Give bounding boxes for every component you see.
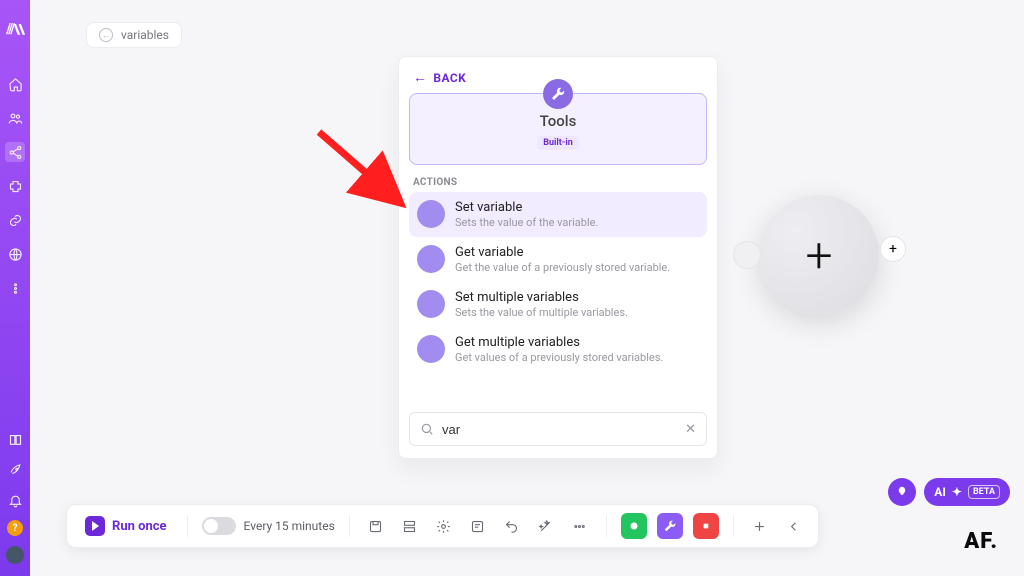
actions-section-label: ACTIONS <box>413 177 707 188</box>
puzzle-icon[interactable] <box>5 176 25 196</box>
action-desc: Sets the value of the variable. <box>455 216 598 229</box>
people-icon[interactable] <box>5 108 25 128</box>
status-green-button[interactable] <box>621 513 647 539</box>
plus-icon: + <box>805 227 832 284</box>
save-icon[interactable] <box>364 514 388 538</box>
download-icon <box>417 200 445 228</box>
action-desc: Sets the value of multiple variables. <box>455 306 628 319</box>
add-module-node[interactable]: + <box>759 195 879 315</box>
action-title: Get multiple variables <box>455 335 663 350</box>
separator <box>187 515 188 537</box>
back-button[interactable]: ← BACK <box>413 71 466 85</box>
settings-icon[interactable] <box>432 514 456 538</box>
action-title: Set variable <box>455 200 598 215</box>
separator <box>733 515 734 537</box>
beta-tag: BETA <box>968 485 1000 499</box>
wand-icon[interactable] <box>534 514 558 538</box>
upload-icon <box>417 335 445 363</box>
clear-search-icon[interactable]: ✕ <box>685 422 696 437</box>
actions-panel: ← BACK Tools Built-in ACTIONS Set variab… <box>398 56 718 459</box>
schedule-control: Every 15 minutes <box>202 517 335 535</box>
breadcrumb[interactable]: variables <box>86 22 182 48</box>
run-once-button[interactable]: Run once <box>79 512 173 540</box>
book-icon[interactable] <box>5 430 25 450</box>
globe-icon[interactable] <box>5 244 25 264</box>
action-set-multiple-variables[interactable]: Set multiple variablesSets the value of … <box>409 282 707 327</box>
breadcrumb-label: variables <box>121 28 169 42</box>
tools-badge-icon <box>543 79 573 109</box>
bell-icon[interactable] <box>5 490 25 510</box>
action-desc: Get the value of a previously stored var… <box>455 261 670 274</box>
annotation-arrow <box>314 127 409 217</box>
upload-icon <box>417 290 445 318</box>
action-desc: Get values of a previously stored variab… <box>455 351 663 364</box>
arrow-left-icon: ← <box>413 71 427 85</box>
action-title: Set multiple variables <box>455 290 628 305</box>
built-in-tag: Built-in <box>537 136 579 150</box>
home-icon[interactable] <box>5 74 25 94</box>
avatar[interactable] <box>6 546 24 564</box>
schedule-toggle[interactable] <box>202 517 236 535</box>
search-input[interactable] <box>442 422 677 437</box>
play-icon <box>85 516 105 536</box>
rocket-icon[interactable] <box>5 460 25 480</box>
stop-button[interactable] <box>693 513 719 539</box>
rail-nav-group <box>5 74 25 298</box>
rail-bottom-group: ? <box>5 430 25 564</box>
collapse-icon[interactable] <box>782 514 806 538</box>
help-icon[interactable]: ? <box>7 520 23 536</box>
plus-icon: + <box>889 241 897 257</box>
app-logo: ⫻\\ <box>6 22 23 38</box>
back-circle-icon <box>99 28 113 42</box>
brand-corner: AF. <box>964 529 998 554</box>
sparkle-icon: ✦ <box>952 485 962 499</box>
link-icon[interactable] <box>5 210 25 230</box>
layout-icon[interactable] <box>398 514 422 538</box>
schedule-label: Every 15 minutes <box>244 519 335 533</box>
left-rail: ⫻\\ ? <box>0 0 30 576</box>
lightbulb-icon[interactable] <box>888 478 916 506</box>
action-title: Get variable <box>455 245 670 260</box>
separator <box>349 515 350 537</box>
ai-pill-group: AI ✦ BETA <box>888 478 1010 506</box>
back-label: BACK <box>433 71 466 85</box>
brand-mark: AF. <box>964 529 998 554</box>
actions-list: Set variableSets the value of the variab… <box>409 192 707 372</box>
breadcrumb-bar: variables <box>86 22 182 48</box>
more-vertical-icon[interactable] <box>5 278 25 298</box>
upload-icon <box>417 245 445 273</box>
ai-cta-button[interactable]: AI ✦ BETA <box>924 478 1010 506</box>
notes-icon[interactable] <box>466 514 490 538</box>
panel-search-box: ✕ <box>409 412 707 446</box>
separator <box>606 515 607 537</box>
tool-title: Tools <box>420 112 696 130</box>
undo-icon[interactable] <box>500 514 524 538</box>
more-icon[interactable] <box>568 514 592 538</box>
action-get-variable[interactable]: Get variableGet the value of a previousl… <box>409 237 707 282</box>
action-get-multiple-variables[interactable]: Get multiple variablesGet values of a pr… <box>409 327 707 372</box>
run-label: Run once <box>112 519 167 534</box>
add-secondary-node[interactable]: + <box>880 236 906 262</box>
tool-header[interactable]: Tools Built-in <box>409 93 707 165</box>
tools-button[interactable] <box>657 513 683 539</box>
search-icon <box>420 422 434 436</box>
share-icon[interactable] <box>5 142 25 162</box>
ai-label: AI <box>934 485 946 499</box>
action-set-variable[interactable]: Set variableSets the value of the variab… <box>409 192 707 237</box>
add-icon[interactable] <box>748 514 772 538</box>
bottom-toolbar: Run once Every 15 minutes <box>66 504 819 548</box>
